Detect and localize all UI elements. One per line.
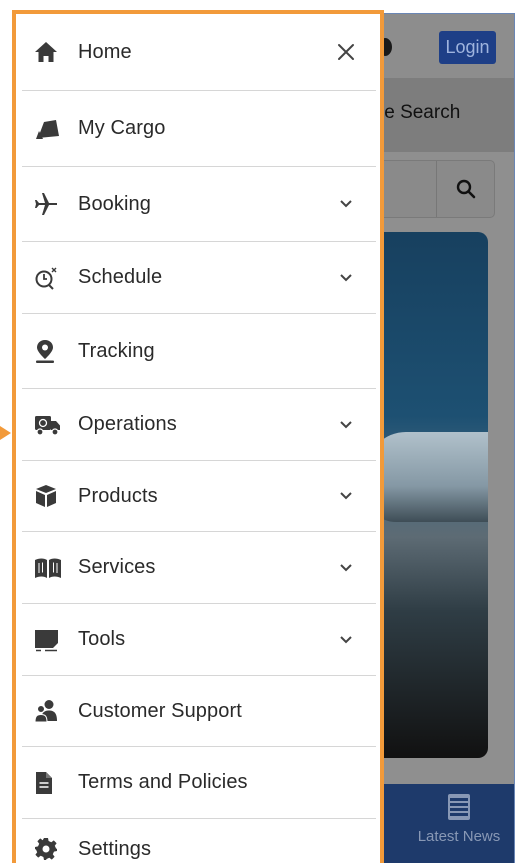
menu-item-terms-and-policies[interactable]: Terms and Policies [22, 747, 376, 819]
promo-banner-image[interactable] [366, 232, 488, 758]
airplane-icon [34, 189, 78, 219]
menu-item-label: Tools [78, 628, 126, 650]
menu-item-label: Operations [78, 413, 177, 435]
tools-icon [34, 625, 78, 655]
menu-item-home[interactable]: Home [22, 14, 376, 91]
menu-item-schedule[interactable]: Schedule [22, 242, 376, 314]
menu-item-tools[interactable]: Tools [22, 604, 376, 676]
menu-item-services[interactable]: Services [22, 532, 376, 604]
chevron-down-icon[interactable] [336, 630, 356, 650]
login-button[interactable]: Login [439, 31, 496, 64]
menu-item-label: Customer Support [78, 699, 242, 722]
menu-item-label: Booking [78, 192, 151, 215]
chevron-down-icon[interactable] [336, 486, 356, 506]
latest-news-tab[interactable]: Latest News [404, 784, 514, 863]
latest-news-label: Latest News [417, 828, 501, 845]
chevron-down-icon[interactable] [336, 194, 356, 214]
menu-item-customer-support[interactable]: Customer Support [22, 676, 376, 747]
gear-icon [34, 834, 78, 863]
package-icon [34, 481, 78, 511]
menu-item-label: Tracking [78, 339, 155, 362]
chevron-down-icon[interactable] [336, 268, 356, 288]
menu-item-my-cargo[interactable]: My Cargo [22, 91, 376, 167]
book-icon [34, 553, 78, 583]
search-icon [456, 179, 476, 199]
menu-item-label: Products [78, 484, 158, 507]
search-button[interactable] [436, 161, 494, 217]
cargo-icon [34, 114, 78, 144]
chevron-down-icon[interactable] [336, 558, 356, 578]
airplane-image [366, 432, 488, 522]
menu-item-label: Terms and Policies [78, 771, 248, 793]
chevron-down-icon[interactable] [336, 415, 356, 435]
newspaper-icon [448, 794, 470, 820]
menu-item-tracking[interactable]: Tracking [22, 314, 376, 389]
search-tab[interactable]: le Search [380, 102, 460, 124]
truck-icon [34, 410, 78, 440]
home-icon [34, 37, 78, 67]
menu-item-label: My Cargo [78, 117, 166, 139]
menu-item-booking[interactable]: Booking [22, 167, 376, 242]
menu-item-products[interactable]: Products [22, 461, 376, 532]
menu-item-label: Services [78, 556, 156, 578]
users-icon [34, 696, 78, 726]
close-icon[interactable] [336, 42, 356, 62]
menu-item-operations[interactable]: Operations [22, 389, 376, 461]
highlight-pointer-arrow [0, 426, 11, 440]
menu-item-label: Settings [78, 837, 152, 860]
menu-item-label: Home [78, 40, 132, 63]
location-pin-icon [34, 336, 78, 366]
document-icon [34, 768, 78, 798]
menu-item-label: Schedule [78, 266, 163, 288]
menu-item-settings[interactable]: Settings [22, 819, 376, 863]
schedule-icon [34, 263, 78, 293]
side-drawer: Home My Cargo Booking Schedule Tracking … [12, 10, 384, 863]
